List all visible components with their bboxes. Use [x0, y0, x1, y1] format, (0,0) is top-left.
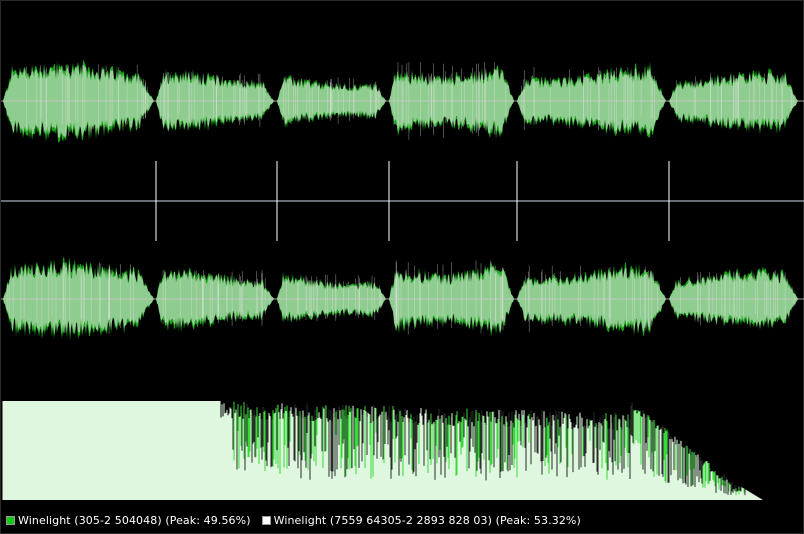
waveform-canvas [1, 60, 804, 500]
waveform-analysis-view: Winelight (305-2 504048) (Peak: 49.56%) … [0, 0, 804, 534]
legend-label-green: Winelight (305-2 504048) (Peak: 49.56%) [18, 513, 251, 527]
legend-swatch-green [6, 515, 15, 525]
bottom-channel-segment-5 [517, 267, 666, 333]
channel-top-waveform [1, 60, 804, 144]
legend-bar: Winelight (305-2 504048) (Peak: 49.56%) … [1, 509, 804, 531]
legend-label-white: Winelight (7559 64305-2 2893 828 03) (Pe… [273, 513, 581, 527]
legend-item-white-track: Winelight (7559 64305-2 2893 828 03) (Pe… [261, 513, 581, 527]
channel-bottom-waveform [1, 256, 804, 341]
legend-swatch-white [261, 515, 271, 525]
legend-item-green-track: Winelight (305-2 504048) (Peak: 49.56%) [6, 514, 251, 527]
spectrum-display [2, 401, 763, 500]
channel-divider [1, 161, 804, 241]
